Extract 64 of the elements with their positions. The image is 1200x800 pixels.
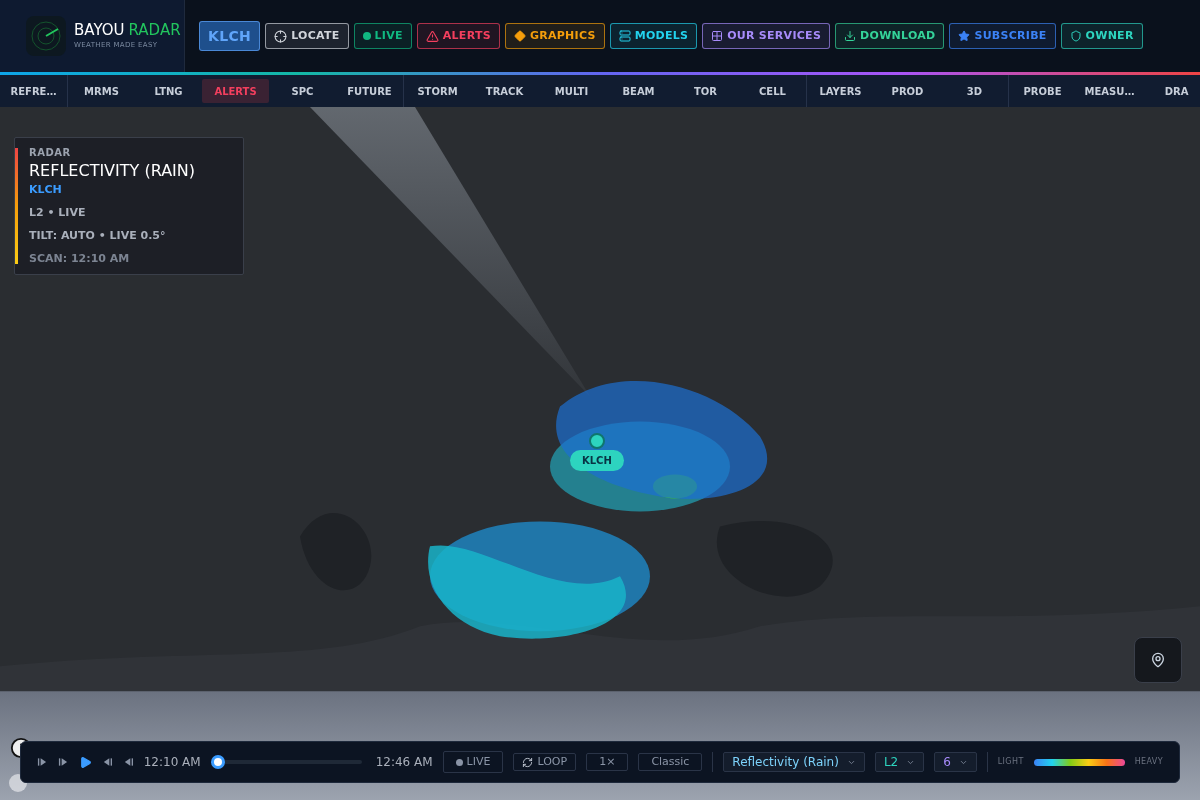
- product-dropdown[interactable]: Reflectivity (Rain): [723, 752, 865, 772]
- site-label: KLCH: [570, 450, 624, 471]
- style-button[interactable]: Classic: [638, 753, 703, 771]
- skip-start-icon[interactable]: [37, 756, 48, 768]
- toolbar-tab[interactable]: MEASU…: [1076, 79, 1143, 103]
- toolbar-tab[interactable]: FUTURE: [336, 79, 403, 103]
- end-time: 12:46 AM: [375, 754, 433, 771]
- brand-accent: RADAR: [128, 21, 181, 41]
- toolbar-tab[interactable]: BEAM: [605, 79, 672, 103]
- count-dropdown[interactable]: 6: [934, 752, 977, 772]
- toolbar-tab[interactable]: 3D: [941, 79, 1008, 103]
- toolbar-tab[interactable]: MULTI: [538, 79, 605, 103]
- shield-icon: [1069, 30, 1082, 42]
- header-button[interactable]: MODELS: [609, 23, 698, 49]
- legend-low: LIGHT: [997, 756, 1024, 768]
- toolbar-tab[interactable]: CELL: [739, 79, 806, 103]
- live-button[interactable]: LIVE: [442, 751, 504, 773]
- toolbar-tab[interactable]: PROBE: [1009, 79, 1076, 103]
- start-time: 12:10 AM: [143, 754, 201, 771]
- panel-category: RADAR: [29, 148, 72, 158]
- panel-detail: TILT: AUTO • LIVE 0.5°: [29, 230, 167, 241]
- legend-high: HEAVY: [1134, 756, 1163, 768]
- stack-icon: [618, 30, 631, 42]
- toolbar-tab[interactable]: SPC: [269, 79, 336, 103]
- timeline-slider[interactable]: [210, 755, 362, 769]
- header-button[interactable]: LOCATE: [265, 23, 349, 49]
- header-button[interactable]: OWNER: [1060, 23, 1143, 49]
- panel-detail: L2 • LIVE: [29, 207, 87, 218]
- toolbar-tab[interactable]: DRA: [1143, 79, 1200, 103]
- grid-icon: [711, 30, 724, 42]
- diamond-icon: [513, 30, 526, 42]
- download-icon: [844, 30, 857, 42]
- station-code: KLCH: [29, 184, 63, 195]
- star-icon: [958, 30, 971, 42]
- header-button[interactable]: GRAPHICS: [504, 23, 605, 49]
- toolbar-tab[interactable]: TOR: [672, 79, 739, 103]
- toolbar-tab[interactable]: TRACK: [471, 79, 538, 103]
- locate-button[interactable]: [1134, 637, 1182, 683]
- toolbar-tab[interactable]: ALERTS: [202, 79, 269, 103]
- radar-logo-icon: [26, 16, 66, 56]
- brand-name: BAYOU: [74, 21, 125, 41]
- header-button[interactable]: SUBSCRIBE: [949, 23, 1056, 49]
- slider-thumb[interactable]: [210, 755, 225, 769]
- step-forward-icon[interactable]: [57, 756, 69, 768]
- loop-icon: [522, 756, 534, 768]
- toolbar-tab[interactable]: STORM: [404, 79, 471, 103]
- header-button[interactable]: DOWNLOAD: [835, 23, 945, 49]
- toolbar-tab[interactable]: PROD: [874, 79, 941, 103]
- panel-detail: SCAN: 12:10 AM: [29, 253, 131, 264]
- toolbar-tab[interactable]: REFRE…: [0, 79, 67, 103]
- speed-button[interactable]: 1×: [586, 753, 629, 771]
- toolbar-tab[interactable]: MRMS: [68, 79, 135, 103]
- play-icon[interactable]: [78, 755, 92, 769]
- toolbar-tab[interactable]: LAYERS: [807, 79, 874, 103]
- toolbar-tab[interactable]: LTNG: [135, 79, 202, 103]
- pin-icon: [1150, 652, 1166, 668]
- level-dropdown[interactable]: L2: [874, 752, 925, 772]
- warning-icon: [425, 29, 439, 43]
- product-title: REFLECTIVITY (RAIN): [29, 163, 196, 179]
- header-button[interactable]: ALERTS: [416, 23, 500, 49]
- header-button[interactable]: LIVE: [353, 23, 412, 49]
- crosshair-icon: [274, 29, 288, 43]
- loop-button[interactable]: LOOP: [513, 753, 577, 771]
- header-button[interactable]: OUR SERVICES: [702, 23, 831, 49]
